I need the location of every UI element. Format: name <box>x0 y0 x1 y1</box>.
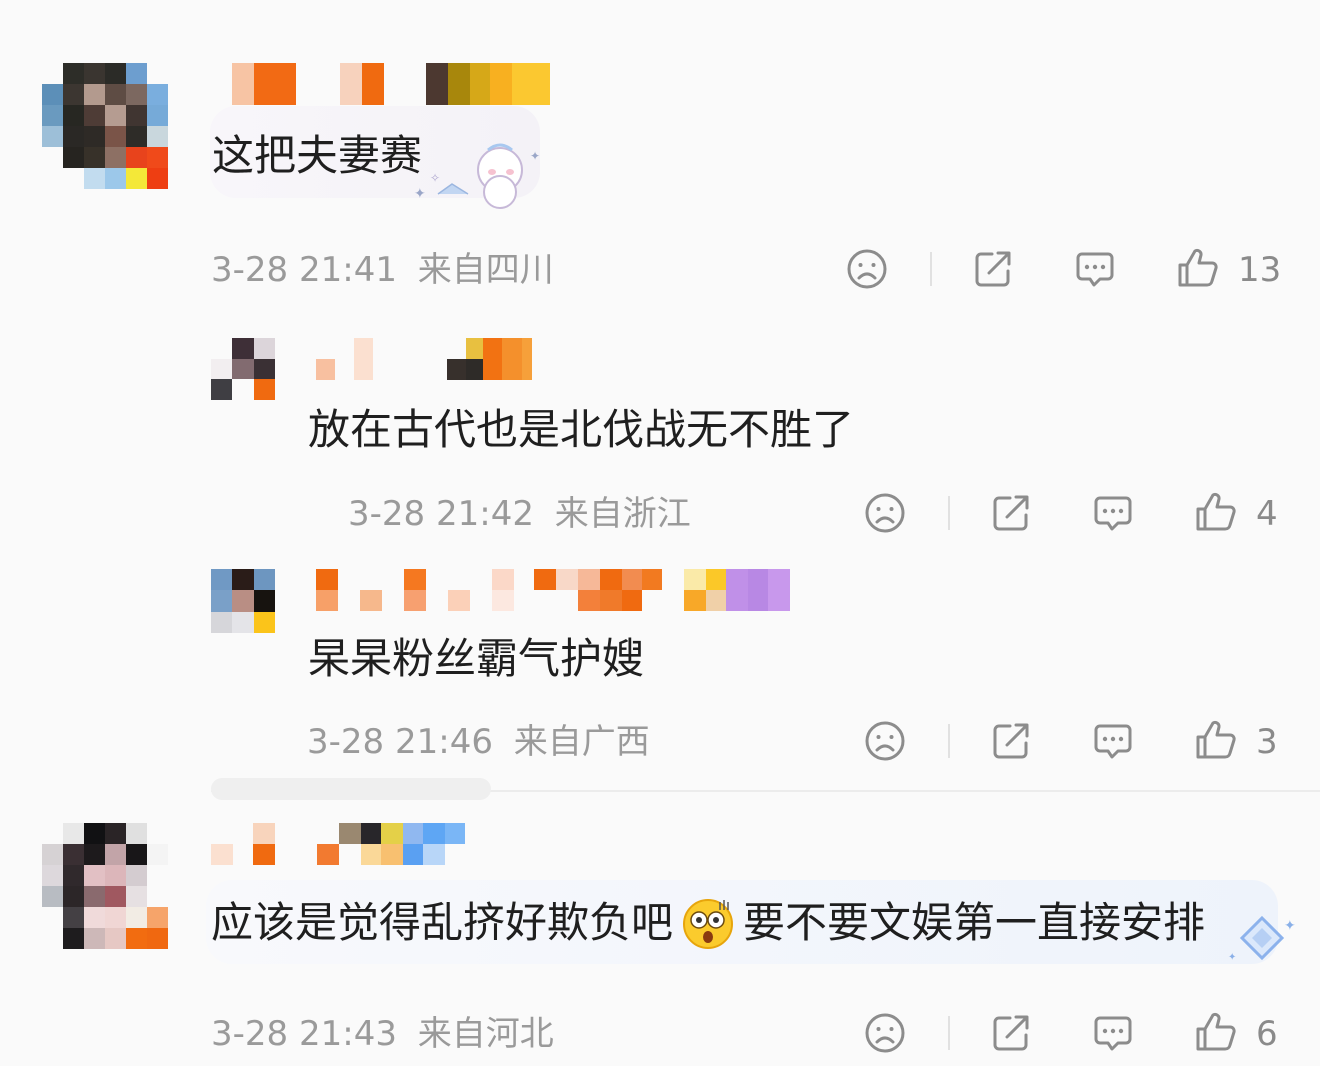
username[interactable] <box>211 823 465 865</box>
dislike-icon <box>847 249 887 289</box>
like-icon <box>1178 248 1218 287</box>
share-button[interactable] <box>990 1012 1032 1054</box>
share-icon <box>993 1015 1029 1051</box>
username[interactable] <box>316 338 532 380</box>
svg-text:✦: ✦ <box>414 186 426 202</box>
comment-text: 杲杲粉丝霸气护嫂 <box>308 634 645 683</box>
svg-text:✦: ✦ <box>530 149 540 163</box>
username[interactable] <box>316 569 804 611</box>
reply-icon <box>1094 1016 1132 1051</box>
shock-emoji-icon <box>683 899 734 949</box>
reply-button[interactable] <box>1092 1012 1134 1054</box>
share-icon <box>975 251 1011 287</box>
avatar[interactable] <box>211 338 275 400</box>
reply-icon <box>1076 252 1114 287</box>
avatar[interactable] <box>42 63 168 189</box>
share-button[interactable] <box>990 720 1032 762</box>
dislike-icon <box>865 493 905 533</box>
username[interactable] <box>232 63 550 105</box>
dislike-icon <box>865 1013 905 1053</box>
like-button[interactable] <box>1176 246 1220 290</box>
like-count: 4 <box>1256 494 1278 534</box>
comment-location: 来自浙江 <box>554 494 691 534</box>
share-button[interactable] <box>990 492 1032 534</box>
reply-button[interactable] <box>1074 248 1116 290</box>
svg-text:✦: ✦ <box>1228 952 1236 963</box>
share-icon <box>993 495 1029 531</box>
like-count: 13 <box>1238 250 1282 290</box>
comment-time: 3-28 21:42 <box>348 494 534 534</box>
like-icon <box>1196 1012 1236 1051</box>
svg-text:✧: ✧ <box>430 171 440 185</box>
dislike-button[interactable] <box>846 248 888 290</box>
comment-text: 应该是觉得乱挤好欺负吧 要不要文娱第一直接安排 <box>211 896 1205 950</box>
comment-text: 放在古代也是北伐战无不胜了 <box>308 405 855 454</box>
like-count: 3 <box>1256 722 1278 762</box>
comment-text-part1: 应该是觉得乱挤好欺负吧 <box>211 898 674 947</box>
svg-text:✦: ✦ <box>1284 918 1296 934</box>
like-count: 6 <box>1256 1014 1278 1054</box>
reply-icon <box>1094 724 1132 759</box>
avatar[interactable] <box>42 823 168 949</box>
dislike-button[interactable] <box>864 720 906 762</box>
like-icon <box>1196 492 1236 531</box>
comment-time: 3-28 21:43 <box>211 1014 397 1054</box>
comment-location: 来自四川 <box>417 250 554 290</box>
like-icon <box>1196 720 1236 759</box>
share-icon <box>993 723 1029 759</box>
sticker-icon: ✦ ✧ ✦ <box>414 143 540 209</box>
dislike-button[interactable] <box>864 492 906 534</box>
comment-location: 来自广西 <box>513 722 650 762</box>
dislike-button[interactable] <box>864 1012 906 1054</box>
avatar[interactable] <box>211 569 275 633</box>
comment-time: 3-28 21:41 <box>211 250 397 290</box>
comment-text: 这把夫妻赛 <box>212 131 423 180</box>
like-button[interactable] <box>1194 1010 1238 1054</box>
share-button[interactable] <box>972 248 1014 290</box>
reply-button[interactable] <box>1092 492 1134 534</box>
like-button[interactable] <box>1194 718 1238 762</box>
reply-icon <box>1094 496 1132 531</box>
diamond-badge-icon: ✦ ✦ <box>1228 915 1296 963</box>
dislike-icon <box>865 721 905 761</box>
collapsed-hint-bar <box>211 778 491 800</box>
like-button[interactable] <box>1194 490 1238 534</box>
comment-time: 3-28 21:46 <box>307 722 493 762</box>
comment-text-part2: 要不要文娱第一直接安排 <box>743 898 1206 947</box>
reply-button[interactable] <box>1092 720 1134 762</box>
comment-location: 来自河北 <box>417 1014 554 1054</box>
